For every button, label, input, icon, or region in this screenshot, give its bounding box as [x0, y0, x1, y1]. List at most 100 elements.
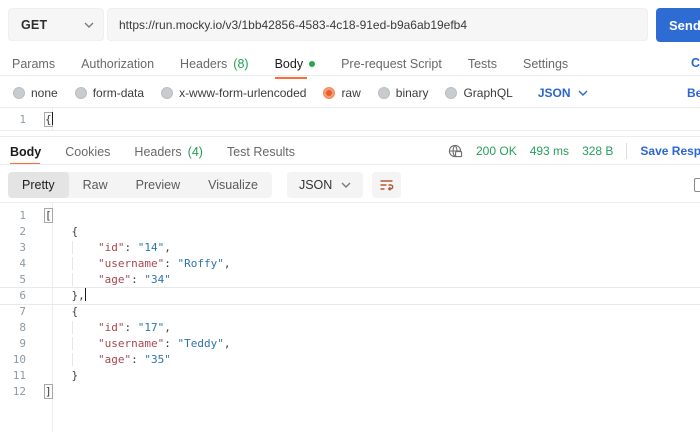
- response-body-editor[interactable]: 1[2 {3 "id": "14", 4 "username": "Roffy",…: [0, 202, 700, 432]
- wrap-text-icon: [380, 180, 394, 191]
- view-switcher: Pretty Raw Preview Visualize: [8, 172, 272, 198]
- code-text: "username": "Roffy",: [36, 256, 230, 272]
- tab-headers[interactable]: Headers (8): [180, 57, 249, 71]
- code-line[interactable]: 5 "age": "34": [0, 272, 700, 288]
- body-mode-label: binary: [395, 86, 429, 100]
- code-token: ,: [223, 257, 231, 270]
- tab-label: Settings: [523, 57, 569, 71]
- response-tab-cookies[interactable]: Cookies: [65, 145, 110, 159]
- code-line[interactable]: 4 "username": "Roffy",: [0, 256, 700, 272]
- code-line[interactable]: 1[: [0, 208, 700, 224]
- line-number: 6: [19, 289, 26, 302]
- body-mode-none[interactable]: none: [13, 86, 58, 100]
- code-line[interactable]: 7 {: [0, 304, 700, 320]
- response-tab-label: Test Results: [226, 145, 296, 159]
- request-body-editor[interactable]: 1{: [0, 107, 700, 131]
- code-token: "id": [98, 321, 125, 334]
- code-token: ,: [223, 337, 231, 350]
- tab-authorization[interactable]: Authorization: [81, 57, 154, 71]
- code-text: ]: [36, 384, 53, 400]
- tab-body[interactable]: Body: [274, 57, 316, 79]
- save-response-button[interactable]: Save Response: [640, 144, 700, 158]
- status-badge[interactable]: 200 OK: [476, 144, 517, 158]
- tab-params[interactable]: Params: [12, 57, 55, 71]
- beautify-link[interactable]: Beautify: [687, 86, 700, 100]
- body-mode-form-data[interactable]: form-data: [74, 86, 144, 100]
- tab-label: Params: [12, 57, 56, 71]
- code-text: {: [36, 224, 79, 240]
- response-tabs: Body Cookies Headers (4) Test Results: [10, 142, 295, 165]
- method-select[interactable]: GET: [8, 8, 104, 41]
- view-visualize[interactable]: Visualize: [194, 172, 272, 198]
- send-button[interactable]: Send: [656, 8, 700, 42]
- code-line[interactable]: 2 {: [0, 224, 700, 240]
- line-number: 10: [12, 353, 26, 366]
- chevron-down-icon: [84, 22, 94, 28]
- code-line[interactable]: 9 "username": "Teddy",: [0, 336, 700, 352]
- code-line[interactable]: 12]: [0, 384, 700, 400]
- tab-settings[interactable]: Settings: [523, 57, 568, 71]
- body-mode-x-www-form-urlencoded[interactable]: x-www-form-urlencoded: [161, 86, 306, 100]
- code-token: [: [44, 208, 53, 223]
- response-tab-test-results[interactable]: Test Results: [227, 145, 295, 159]
- body-mode-raw[interactable]: raw: [323, 86, 361, 100]
- response-tab-label: Body: [10, 145, 42, 159]
- body-mode-binary[interactable]: binary: [377, 86, 429, 100]
- line-number: 1: [19, 113, 26, 126]
- tab-label: Headers: [180, 57, 228, 71]
- response-tab-count-badge: (4): [187, 145, 203, 159]
- line-number: 3: [19, 241, 26, 254]
- code-text: },: [36, 288, 87, 304]
- code-token: "username": [98, 257, 165, 270]
- active-tab-underline: [274, 77, 307, 79]
- code-token: "35": [144, 353, 171, 366]
- code-line[interactable]: 1{: [0, 112, 700, 128]
- text-cursor: [51, 112, 54, 125]
- wrap-text-button[interactable]: [372, 172, 402, 198]
- code-line[interactable]: 3 "id": "14",: [0, 240, 700, 256]
- body-mode-graphql[interactable]: GraphQL: [445, 86, 513, 100]
- code-token: "age": [98, 273, 132, 286]
- cookies-link[interactable]: Cookies: [691, 56, 700, 70]
- response-tab-body[interactable]: Body: [10, 145, 42, 165]
- postman-request-view: GET https://run.mocky.io/v3/1bb42856-458…: [0, 0, 700, 432]
- line-number: 1: [19, 209, 26, 222]
- view-preview[interactable]: Preview: [122, 172, 194, 198]
- code-line[interactable]: 6 },: [0, 288, 700, 304]
- code-line[interactable]: 8 "id": "17",: [0, 320, 700, 336]
- body-language-select[interactable]: JSON: [538, 86, 588, 100]
- copy-icon[interactable]: [694, 178, 700, 192]
- url-input[interactable]: https://run.mocky.io/v3/1bb42856-4583-4c…: [107, 8, 648, 41]
- code-token: }: [71, 369, 79, 382]
- code-text: "age": "34": [36, 272, 171, 288]
- line-number: 8: [19, 321, 26, 334]
- tab-tests[interactable]: Tests: [468, 57, 497, 71]
- view-raw[interactable]: Raw: [69, 172, 122, 198]
- code-token: :: [164, 257, 178, 270]
- code-line[interactable]: 11 }: [0, 368, 700, 384]
- response-tab-headers[interactable]: Headers (4): [134, 145, 203, 159]
- tab-label: Body: [274, 57, 304, 71]
- response-language-select[interactable]: JSON: [286, 172, 364, 198]
- body-mode-label: none: [31, 86, 58, 100]
- response-time[interactable]: 493 ms: [530, 144, 569, 158]
- view-pretty[interactable]: Pretty: [8, 172, 69, 198]
- code-line[interactable]: 10 "age": "35": [0, 352, 700, 368]
- code-token: "17": [137, 321, 165, 334]
- tab-pre-request-script[interactable]: Pre-request Script: [341, 57, 442, 71]
- body-language-label: JSON: [537, 86, 571, 100]
- line-number: 11: [12, 369, 26, 382]
- line-number: 4: [19, 257, 26, 270]
- code-token: "age": [98, 353, 132, 366]
- code-token: ]: [44, 384, 53, 399]
- response-size[interactable]: 328 B: [582, 144, 613, 158]
- network-icon[interactable]: [447, 143, 463, 159]
- unsaved-changes-dot: [309, 61, 316, 67]
